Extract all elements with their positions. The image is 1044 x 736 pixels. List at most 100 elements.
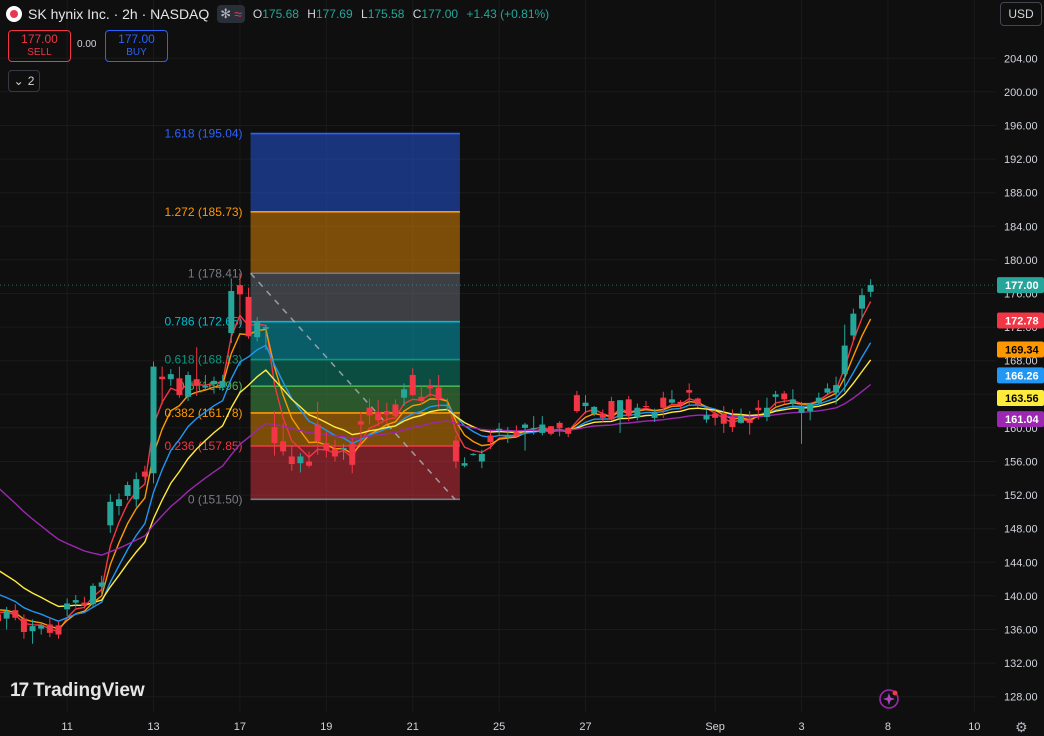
candle: [547, 426, 554, 436]
candle-body: [608, 401, 615, 420]
price-axis: 128.00 132.00 136.00 140.00 144.00 148.00 152.…: [996, 0, 1044, 735]
price-tick-label: 180.00: [1004, 255, 1038, 267]
price-tick-label: 144.00: [1004, 557, 1038, 569]
fib-zone: [250, 321, 460, 360]
price-badge: 172.78: [997, 312, 1044, 329]
price-badge-label: 177.00: [1005, 280, 1039, 292]
chevron-down-icon: ⌄: [13, 74, 24, 88]
gear-icon[interactable]: ⚙: [1015, 719, 1028, 736]
candle: [228, 278, 235, 344]
candle: [729, 409, 736, 433]
price-tick-label: 128.00: [1004, 692, 1038, 704]
tradingview-logo[interactable]: 17 TradingView: [10, 680, 145, 702]
buy-price: 177.00: [118, 32, 155, 46]
sell-price: 177.00: [21, 32, 58, 46]
fib-level-label: 1.272 (185.73): [164, 205, 242, 219]
candle-body: [556, 422, 563, 428]
symbol-logo-icon: [6, 6, 22, 22]
candle-body: [38, 625, 45, 629]
time-tick-label: Sep: [705, 721, 725, 733]
candle: [781, 390, 788, 405]
candle: [539, 416, 546, 436]
candle-body: [349, 443, 356, 465]
price-tick-label: 168.00: [1004, 356, 1038, 368]
buy-label: BUY: [126, 47, 147, 58]
candle-body: [427, 385, 433, 389]
candle-body: [401, 389, 408, 398]
time-tick-label: 8: [885, 721, 891, 733]
price-badge: 163.56: [997, 389, 1044, 406]
candle-body: [219, 380, 226, 388]
candle-body: [859, 295, 865, 309]
candle-body: [461, 463, 468, 466]
currency-selector[interactable]: USD: [1000, 2, 1042, 26]
candle-body: [29, 626, 36, 632]
open-value: 175.68: [262, 7, 299, 21]
buy-button[interactable]: 177.00 BUY: [105, 30, 168, 62]
candle-body: [599, 413, 606, 418]
candle-body: [694, 398, 701, 405]
candle: [867, 279, 874, 297]
sell-button[interactable]: 177.00 SELL: [8, 30, 71, 62]
candle: [64, 598, 71, 617]
candle-body: [0, 614, 1, 622]
symbol-title[interactable]: SK hynix Inc. · 2h · NASDAQ: [28, 6, 209, 22]
fib-level-label: 1.618 (195.04): [164, 127, 242, 141]
candle: [115, 493, 122, 516]
price-badge-label: 166.26: [1005, 370, 1039, 382]
candle: [29, 619, 36, 644]
candle-body: [772, 394, 779, 397]
wave-icon[interactable]: ≈: [234, 6, 242, 22]
price-badge-label: 163.56: [1005, 393, 1039, 405]
candle: [487, 430, 494, 449]
price-badge-label: 169.34: [1005, 344, 1040, 356]
candle-body: [565, 427, 572, 434]
candle-body: [815, 397, 822, 403]
candle: [461, 457, 468, 468]
candle-body: [841, 345, 848, 375]
indicators-collapse-button[interactable]: ⌄ 2: [8, 70, 40, 92]
fib-zone: [250, 133, 460, 212]
candle-body: [211, 380, 217, 385]
time-tick-label: 21: [407, 721, 419, 733]
time-tick-label: 13: [147, 721, 159, 733]
candle: [789, 389, 796, 408]
price-chart[interactable]: 0 (151.50)0.236 (157.85)0.382 (161.78)0.…: [0, 0, 1044, 735]
candle-body: [634, 407, 641, 417]
candle: [772, 390, 779, 407]
candle-body: [418, 396, 425, 402]
candle-body: [245, 296, 252, 337]
candle-body: [686, 390, 693, 393]
price-tick-label: 140.00: [1004, 591, 1038, 603]
ohlc-values: O175.68 H177.69 L175.58 C177.00 +1.43 (+…: [252, 7, 550, 21]
price-tick-label: 132.00: [1004, 658, 1038, 670]
candle-body: [323, 443, 330, 451]
asterisk-icon[interactable]: ✻: [220, 6, 231, 22]
sell-label: SELL: [27, 47, 52, 58]
time-tick-label: 27: [579, 721, 591, 733]
candle-body: [107, 501, 114, 526]
candle-body: [738, 416, 745, 423]
close-value: 177.00: [421, 7, 459, 21]
fib-zone: [250, 211, 460, 274]
fib-zone: [250, 273, 460, 322]
candle-body: [712, 413, 719, 418]
candle-body: [375, 411, 382, 421]
candle: [124, 481, 131, 501]
fib-level-label: 0 (151.50): [188, 492, 243, 506]
sparkle-icon[interactable]: [878, 688, 900, 710]
time-tick-label: 11: [61, 721, 72, 733]
candle: [185, 371, 192, 402]
candle-body: [452, 440, 459, 462]
fib-zone: [250, 359, 460, 387]
candle-body: [573, 395, 580, 412]
candle-body: [729, 416, 736, 428]
candle-body: [513, 432, 520, 436]
candle-body: [668, 399, 675, 403]
price-badge-label: 172.78: [1005, 316, 1039, 328]
time-tick-label: 10: [968, 721, 980, 733]
candle-body: [81, 602, 88, 606]
candle: [133, 472, 140, 507]
time-axis: 11 13 17 19 21 25 27 Sep 3 8 10: [0, 712, 996, 735]
candle-body: [547, 426, 554, 434]
